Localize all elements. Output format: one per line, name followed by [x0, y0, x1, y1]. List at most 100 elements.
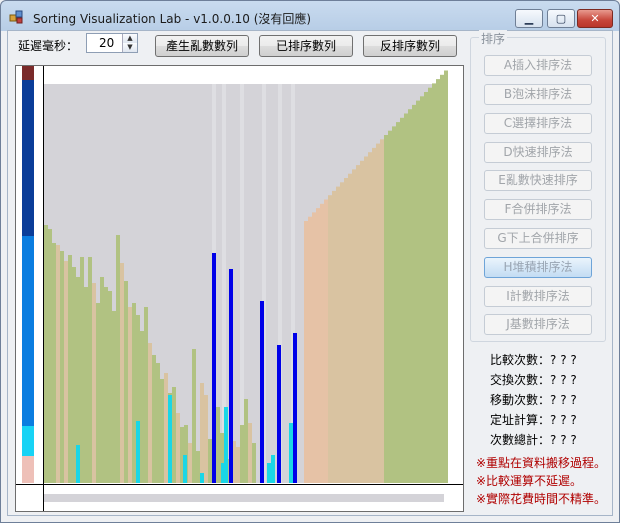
- spin-up-icon[interactable]: ▲: [122, 34, 137, 43]
- stat-label: 定址計算：: [490, 413, 551, 427]
- stat-swap: 交換次數：? ? ?: [490, 371, 577, 388]
- stat-move: 移動次數：? ? ?: [490, 391, 577, 408]
- sort-button-d[interactable]: D快速排序法: [484, 142, 592, 163]
- data-bar: [68, 255, 72, 483]
- data-bar: [388, 130, 392, 483]
- data-bar: [84, 287, 88, 483]
- data-bar: [416, 100, 420, 483]
- cyan-bar: [183, 455, 187, 483]
- sort-button-i[interactable]: I計數排序法: [484, 286, 592, 307]
- data-bar: [72, 267, 76, 483]
- stat-value: ? ? ?: [550, 413, 577, 427]
- data-bar: [380, 139, 384, 484]
- data-bar: [356, 165, 360, 483]
- column-streak: [240, 84, 244, 483]
- random-sequence-button[interactable]: 產生亂數數列: [155, 35, 249, 57]
- data-bar: [100, 277, 104, 483]
- minimize-button[interactable]: ▁: [515, 9, 543, 28]
- data-bar: [372, 147, 376, 483]
- data-bar: [252, 443, 256, 483]
- data-bar: [408, 109, 412, 483]
- blue-bar: [277, 345, 281, 483]
- data-bar: [216, 407, 220, 483]
- blue-bar: [293, 333, 297, 483]
- data-bar: [80, 257, 84, 483]
- data-bar: [160, 379, 164, 483]
- stat-value: ? ? ?: [550, 393, 577, 407]
- data-bar: [312, 212, 316, 483]
- data-bar: [104, 287, 108, 483]
- sort-group-title: 排序: [479, 30, 508, 47]
- data-bar: [324, 199, 328, 483]
- sort-button-e[interactable]: E亂數快速排序: [484, 170, 592, 191]
- data-bar: [48, 229, 52, 483]
- sort-button-c[interactable]: C選擇排序法: [484, 113, 592, 134]
- data-bar: [340, 182, 344, 484]
- data-bar: [308, 216, 312, 483]
- data-bar: [240, 425, 244, 483]
- data-bar: [236, 447, 240, 483]
- sorted-sequence-button[interactable]: 已排序數列: [259, 35, 353, 57]
- delay-stepper[interactable]: 20 ▲ ▼: [86, 33, 138, 53]
- data-bar: [52, 243, 56, 483]
- stat-address: 定址計算：? ? ?: [490, 411, 577, 428]
- blue-bar: [229, 269, 233, 483]
- data-bar: [320, 203, 324, 484]
- data-bar: [56, 245, 60, 483]
- blue-bar: [260, 301, 264, 483]
- data-bar: [420, 96, 424, 484]
- data-bar: [396, 122, 400, 483]
- close-button[interactable]: ✕: [577, 9, 613, 28]
- stat-compare: 比較次數：? ? ?: [490, 351, 577, 368]
- data-bar: [412, 104, 416, 484]
- minimize-icon: ▁: [524, 12, 534, 25]
- note-time-inaccurate: ※實際花費時間不精準。: [476, 492, 607, 506]
- sort-button-h[interactable]: H堆積排序法: [484, 257, 592, 278]
- sort-groupbox: 排序 A插入排序法 B泡沫排序法 C選擇排序法 D快速排序法 E亂數快速排序 F…: [470, 30, 606, 342]
- stat-label: 交換次數：: [490, 373, 551, 387]
- spin-down-icon[interactable]: ▼: [122, 43, 137, 52]
- maximize-icon: ▢: [555, 12, 567, 25]
- data-bar: [440, 74, 444, 484]
- stat-value: ? ? ?: [550, 373, 577, 387]
- data-bar: [124, 281, 128, 483]
- data-bar: [304, 221, 308, 483]
- bar-canvas: [16, 66, 463, 511]
- data-bar: [144, 307, 148, 483]
- left-color-bar: [22, 236, 34, 426]
- baseline: [16, 484, 463, 485]
- data-bar: [176, 413, 180, 483]
- maximize-button[interactable]: ▢: [547, 9, 575, 28]
- data-bar: [348, 173, 352, 483]
- delay-value[interactable]: 20: [99, 36, 114, 50]
- data-bar: [244, 399, 248, 483]
- data-bar: [148, 343, 152, 483]
- sort-button-b[interactable]: B泡沫排序法: [484, 84, 592, 105]
- data-bar: [196, 451, 200, 483]
- data-bar: [192, 349, 196, 483]
- data-bar: [188, 443, 192, 483]
- stat-label: 移動次數：: [490, 393, 551, 407]
- data-bar: [368, 152, 372, 483]
- data-bar: [44, 225, 48, 483]
- data-bar: [132, 303, 136, 483]
- reverse-sequence-button[interactable]: 反排序數列: [363, 35, 457, 57]
- cyan-bar: [289, 423, 293, 483]
- title-bar[interactable]: Sorting Visualization Lab - v1.0.0.10 (沒…: [1, 1, 619, 32]
- window-title: Sorting Visualization Lab - v1.0.0.10 (沒…: [33, 12, 312, 26]
- close-icon: ✕: [590, 12, 600, 25]
- sort-button-f[interactable]: F合併排序法: [484, 199, 592, 220]
- stat-value: ? ? ?: [550, 353, 577, 367]
- sort-button-j[interactable]: J基數排序法: [484, 314, 592, 335]
- data-bar: [360, 160, 364, 484]
- data-bar: [328, 195, 332, 483]
- cyan-bar: [271, 455, 275, 483]
- sort-button-a[interactable]: A插入排序法: [484, 55, 592, 76]
- data-bar: [96, 303, 100, 483]
- note-data-moving: ※重點在資料搬移過程。: [476, 456, 607, 470]
- cyan-bar: [76, 445, 80, 483]
- left-color-bar: [22, 426, 34, 456]
- sort-button-g[interactable]: G下上合併排序: [484, 228, 592, 249]
- data-bar: [108, 291, 112, 483]
- data-bar: [316, 208, 320, 483]
